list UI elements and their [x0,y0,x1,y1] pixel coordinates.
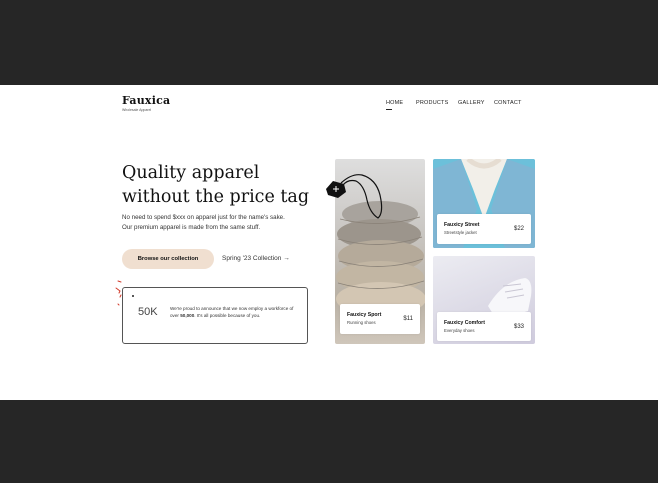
product-card-comfort[interactable]: Fauxicy Comfort Everyday shoes $33 [433,256,535,344]
product-label-comfort: Fauxicy Comfort Everyday shoes $33 [437,312,531,341]
hero-headline: Quality apparel without the price tag [122,161,309,209]
brand-name: Fauxica [122,94,171,107]
product-price: $22 [513,226,524,232]
stat-description: We're proud to announce that we now empl… [170,305,298,319]
product-label-street: Fauxicy Street Streetstyle jacket $22 [437,214,531,244]
product-subtitle: Streetstyle jacket [444,230,477,235]
spring-collection-link[interactable]: Spring '23 Collection → [222,255,290,262]
hero-headline-line2: without the price tag [122,187,310,207]
workforce-stat-card: 50K We're proud to announce that we now … [122,287,308,344]
product-price: $33 [513,324,524,330]
stat-text-after: . It's all possible because of you. [194,313,261,318]
hero-subtext: No need to spend $xxx on apparel just fo… [122,213,322,232]
stat-value: 50K [138,306,158,318]
nav-products[interactable]: PRODUCTS [416,100,448,106]
product-label-sport: Fauxicy Sport Running shoes $11 [340,304,420,334]
hero-headline-line1: Quality apparel [122,163,260,183]
landing-page: Fauxica Wholesale Apparel HOME PRODUCTS … [0,85,658,400]
product-card-street[interactable]: Fauxicy Street Streetstyle jacket $22 [433,159,535,248]
tag-scribble-decoration [326,174,383,219]
product-name: Fauxicy Street [444,222,480,228]
product-name: Fauxicy Comfort [444,320,485,326]
hero-subtext-line1: No need to spend $xxx on apparel just fo… [122,214,285,221]
product-price: $11 [403,316,413,322]
product-subtitle: Everyday shoes [444,328,475,333]
browse-collection-button[interactable]: Browse our collection [122,249,214,269]
product-card-sport[interactable]: Fauxicy Sport Running shoes $11 [335,159,425,344]
brand-logo[interactable]: Fauxica Wholesale Apparel [122,94,170,112]
nav-gallery[interactable]: GALLERY [458,100,485,106]
hero-subtext-line2: Our premium apparel is made from the sam… [122,223,261,231]
stat-dot-icon [132,295,134,297]
product-name: Fauxicy Sport [347,312,382,318]
nav-home[interactable]: HOME [386,100,403,110]
brand-tagline: Wholesale Apparel [122,108,152,112]
product-subtitle: Running shoes [347,320,376,325]
stat-text-bold: 50,000 [180,313,195,318]
nav-contact[interactable]: CONTACT [494,100,522,106]
